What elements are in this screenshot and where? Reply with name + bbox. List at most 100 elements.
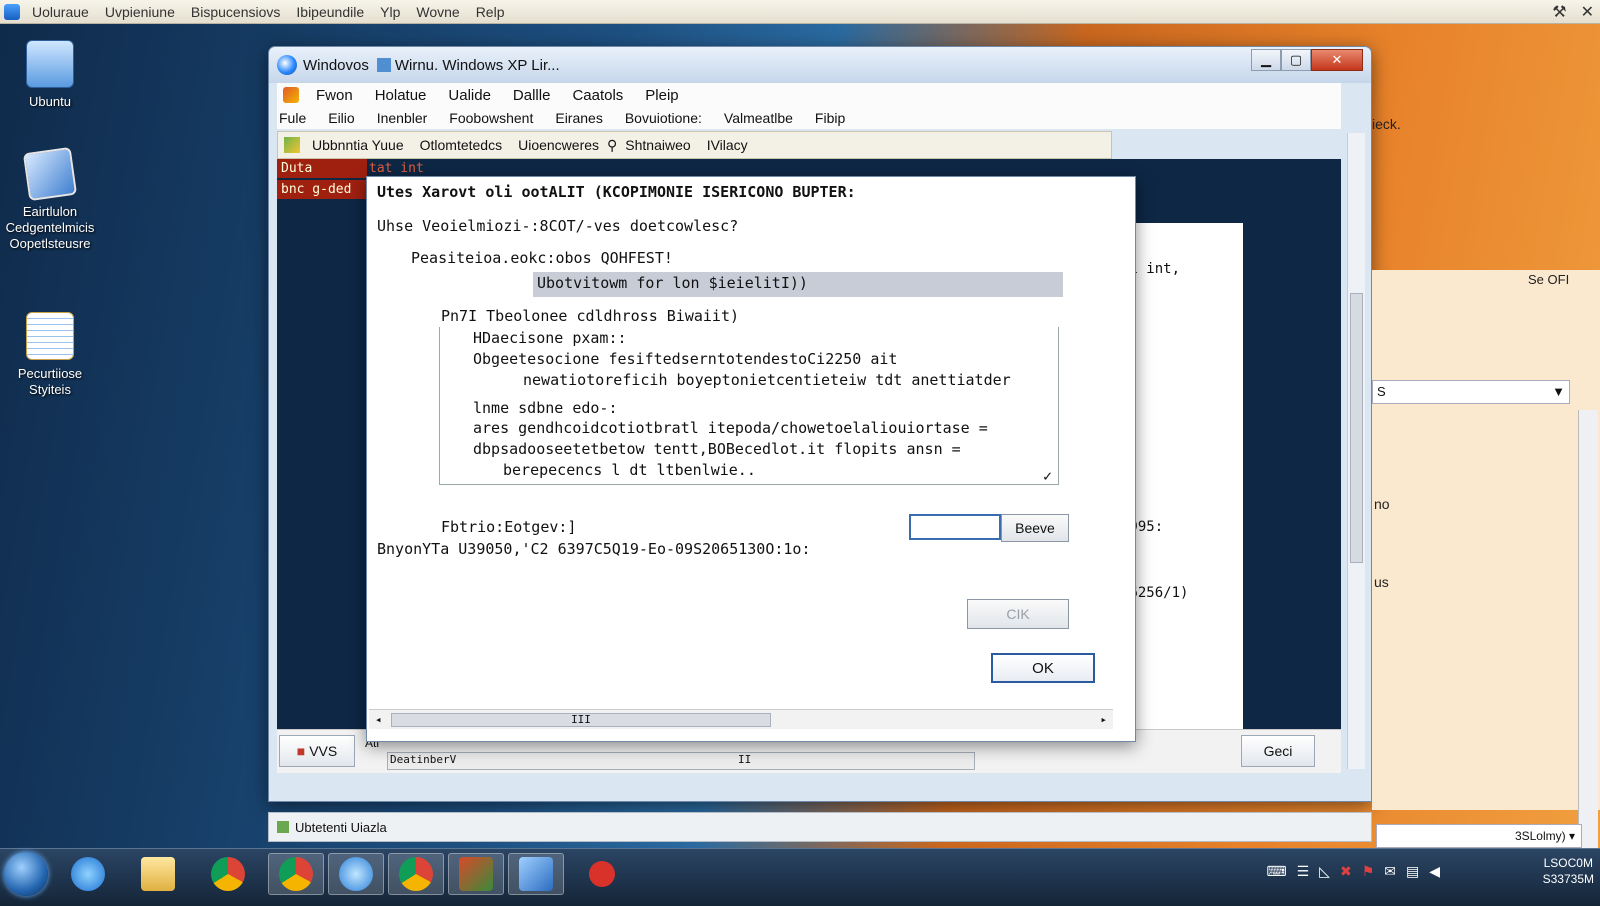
security-icon[interactable]: ✖ — [1340, 863, 1352, 880]
menu2-item-1[interactable]: Eilio — [317, 110, 365, 126]
menu-bar-secondary: Fule Eilio Inenbler Foobowshent Eiranes … — [277, 107, 1341, 129]
desktop-icon-ubuntu[interactable]: Ubuntu — [0, 40, 100, 110]
office-icon — [459, 857, 493, 891]
desktop-menu-item-2[interactable]: Bispucensiovs — [183, 4, 289, 20]
toolbar-item-3[interactable]: Shtnaiweo — [617, 137, 698, 153]
menu-item-5[interactable]: Pleip — [634, 87, 689, 104]
toolbar-item-4[interactable]: IVilacy — [699, 137, 756, 153]
media-icon — [589, 861, 615, 887]
menu-item-1[interactable]: Holatue — [364, 87, 438, 104]
taskbar-chrome-3[interactable] — [388, 853, 444, 895]
taskbar: ⌨ ☰ ◺ ✖ ⚑ ✉ ▤ ◀ LSOC0M S33735M — [0, 848, 1600, 906]
status-bar: Ubtetenti Uiazla — [268, 812, 1372, 842]
clock[interactable]: LSOC0M S33735M — [1543, 855, 1594, 887]
geci-button[interactable]: Geci — [1241, 735, 1315, 767]
network-icon[interactable]: ◺ — [1319, 863, 1330, 880]
taskbar-ie[interactable] — [60, 853, 116, 895]
cube-icon: ■ — [296, 743, 306, 759]
menu2-item-7[interactable]: Fibip — [804, 110, 856, 126]
chrome-icon — [279, 857, 313, 891]
menu2-item-3[interactable]: Foobowshent — [438, 110, 544, 126]
desktop-menu-item-1[interactable]: Uvpieniune — [97, 4, 183, 20]
internet-explorer-icon — [71, 857, 105, 891]
menu-item-2[interactable]: Ualide — [437, 87, 502, 104]
scroll-right-icon[interactable]: ▸ — [1100, 713, 1107, 726]
window-title-secondary: Wirnu. Windows XP Lir... — [394, 56, 560, 74]
vvs-label: VVS — [309, 743, 338, 759]
taskbar-media[interactable] — [574, 853, 630, 895]
checkmark-icon: ✓ — [1043, 467, 1053, 485]
volume-icon[interactable]: ◀ — [1429, 863, 1440, 880]
menu2-item-6[interactable]: Valmeatlbe — [713, 110, 804, 126]
right-label-no: no — [1374, 496, 1390, 512]
status-icon — [277, 821, 289, 833]
minimize-button[interactable]: ▁ — [1251, 49, 1281, 71]
desktop-icon-label: Pecurtiiose Styiteis — [17, 366, 83, 397]
taskbar-chrome-1[interactable] — [200, 853, 256, 895]
menu-item-0[interactable]: Fwon — [305, 87, 364, 104]
mail-icon[interactable]: ✉ — [1384, 863, 1396, 880]
scroll-left-icon[interactable]: ◂ — [375, 713, 382, 726]
close-icon[interactable]: ✕ — [1581, 2, 1594, 22]
folder-tray-icon[interactable]: ▤ — [1406, 863, 1419, 880]
menu2-item-0[interactable]: Fule — [277, 110, 317, 126]
maximize-button[interactable]: ▢ — [1281, 49, 1311, 71]
keyboard-icon[interactable]: ⌨ — [1266, 863, 1286, 880]
terminal-label-2: bnc g-ded — [277, 180, 367, 199]
chevron-down-icon: ▾ — [1568, 829, 1575, 843]
desktop-menu-item-5[interactable]: Wovne — [408, 4, 467, 20]
dialog-path-input[interactable] — [909, 514, 1001, 540]
taskbar-office[interactable] — [448, 853, 504, 895]
right-label-top: ieck. — [1372, 116, 1401, 132]
menu-item-4[interactable]: Caatols — [561, 87, 634, 104]
ok-button[interactable]: OK — [991, 653, 1095, 683]
flag-icon[interactable]: ⚑ — [1362, 863, 1375, 880]
close-button[interactable]: ✕ — [1311, 49, 1363, 71]
right-bottom-combo[interactable]: 3SLolmy) ▾ — [1376, 824, 1582, 848]
folder-icon — [284, 137, 300, 153]
vvs-button[interactable]: ■ VVS — [279, 735, 355, 767]
bottom-input-field[interactable]: DeatinberV II — [387, 752, 975, 770]
cik-button[interactable]: CIK — [967, 599, 1069, 629]
taskbar-app[interactable] — [508, 853, 564, 895]
browse-button[interactable]: Beeve — [1001, 514, 1069, 542]
menu2-item-5[interactable]: Bovuiotione: — [614, 110, 713, 126]
puzzle-icon: ⚲ — [607, 136, 618, 153]
right-bottom-combo-value: 3SLolmy) — [1514, 829, 1566, 843]
toolbar-item-0[interactable]: Ubbnntia Yuue — [304, 137, 412, 153]
toolbar-item-1[interactable]: Otlomtetedcs — [412, 137, 510, 153]
dialog-selected-line[interactable]: Ubotvitowm for lon $ieielitI)) — [533, 272, 1063, 297]
list-icon[interactable]: ☰ — [1297, 863, 1310, 880]
desktop-menu-item-0[interactable]: Uoluraue — [24, 4, 97, 20]
taskbar-chrome-2[interactable] — [268, 853, 324, 895]
dialog-bottom-line: BnyonYTa U39050,'C2 6397C5Q19-Eo-09S2065… — [377, 540, 811, 558]
tool-icon[interactable]: ⚒ — [1552, 2, 1566, 22]
dialog-scroll-thumb[interactable]: III — [391, 713, 771, 727]
toolbar-item-2[interactable]: Uioencweres — [510, 137, 607, 153]
app-menu-icon[interactable] — [4, 3, 20, 20]
dialog-frame-title: Pn7I Tbeolonee cdldhross Biwaiit) — [441, 307, 740, 325]
window-controls: ▁ ▢ ✕ — [1251, 49, 1363, 71]
right-scrollbar[interactable] — [1578, 410, 1598, 850]
taskbar-ie-2[interactable] — [328, 853, 384, 895]
status-text: Ubtetenti Uiazla — [295, 819, 387, 835]
desktop-icon-computer[interactable]: Eairtlulon Cedgentelmicis Oopetlsteusre — [0, 146, 100, 252]
window-title-bar[interactable]: Windovos Wirnu. Windows XP Lir... ▁ ▢ ✕ — [269, 47, 1371, 83]
menu-item-3[interactable]: Dallle — [502, 87, 562, 104]
start-button[interactable] — [4, 852, 48, 896]
scrollbar-thumb[interactable] — [1350, 293, 1363, 563]
desktop-menu-item-4[interactable]: Ylp — [372, 4, 408, 20]
taskbar-explorer[interactable] — [130, 853, 186, 895]
vertical-scrollbar[interactable] — [1347, 133, 1365, 769]
spreadsheet-icon — [26, 312, 74, 360]
dialog-window: Utes Xarovt oli ootALIT (KCOPIMONIE ISER… — [366, 176, 1136, 742]
menu2-item-2[interactable]: Inenbler — [366, 110, 439, 126]
menu2-item-4[interactable]: Eiranes — [544, 110, 613, 126]
desktop-icon-spreadsheet[interactable]: Pecurtiiose Styiteis — [0, 312, 100, 398]
desktop-menu-item-3[interactable]: Ibipeundile — [288, 4, 372, 20]
dialog-param-line-2: newatiotoreficih boyeptonietcentieteiw t… — [523, 371, 1011, 389]
desktop-menu-item-6[interactable]: Relp — [468, 4, 513, 20]
dialog-horizontal-scrollbar[interactable]: ◂ III ▸ — [369, 709, 1113, 729]
desktop-bar-right: ⚒ ✕ — [1552, 2, 1594, 22]
right-combo-box[interactable]: S ▼ — [1372, 380, 1570, 404]
